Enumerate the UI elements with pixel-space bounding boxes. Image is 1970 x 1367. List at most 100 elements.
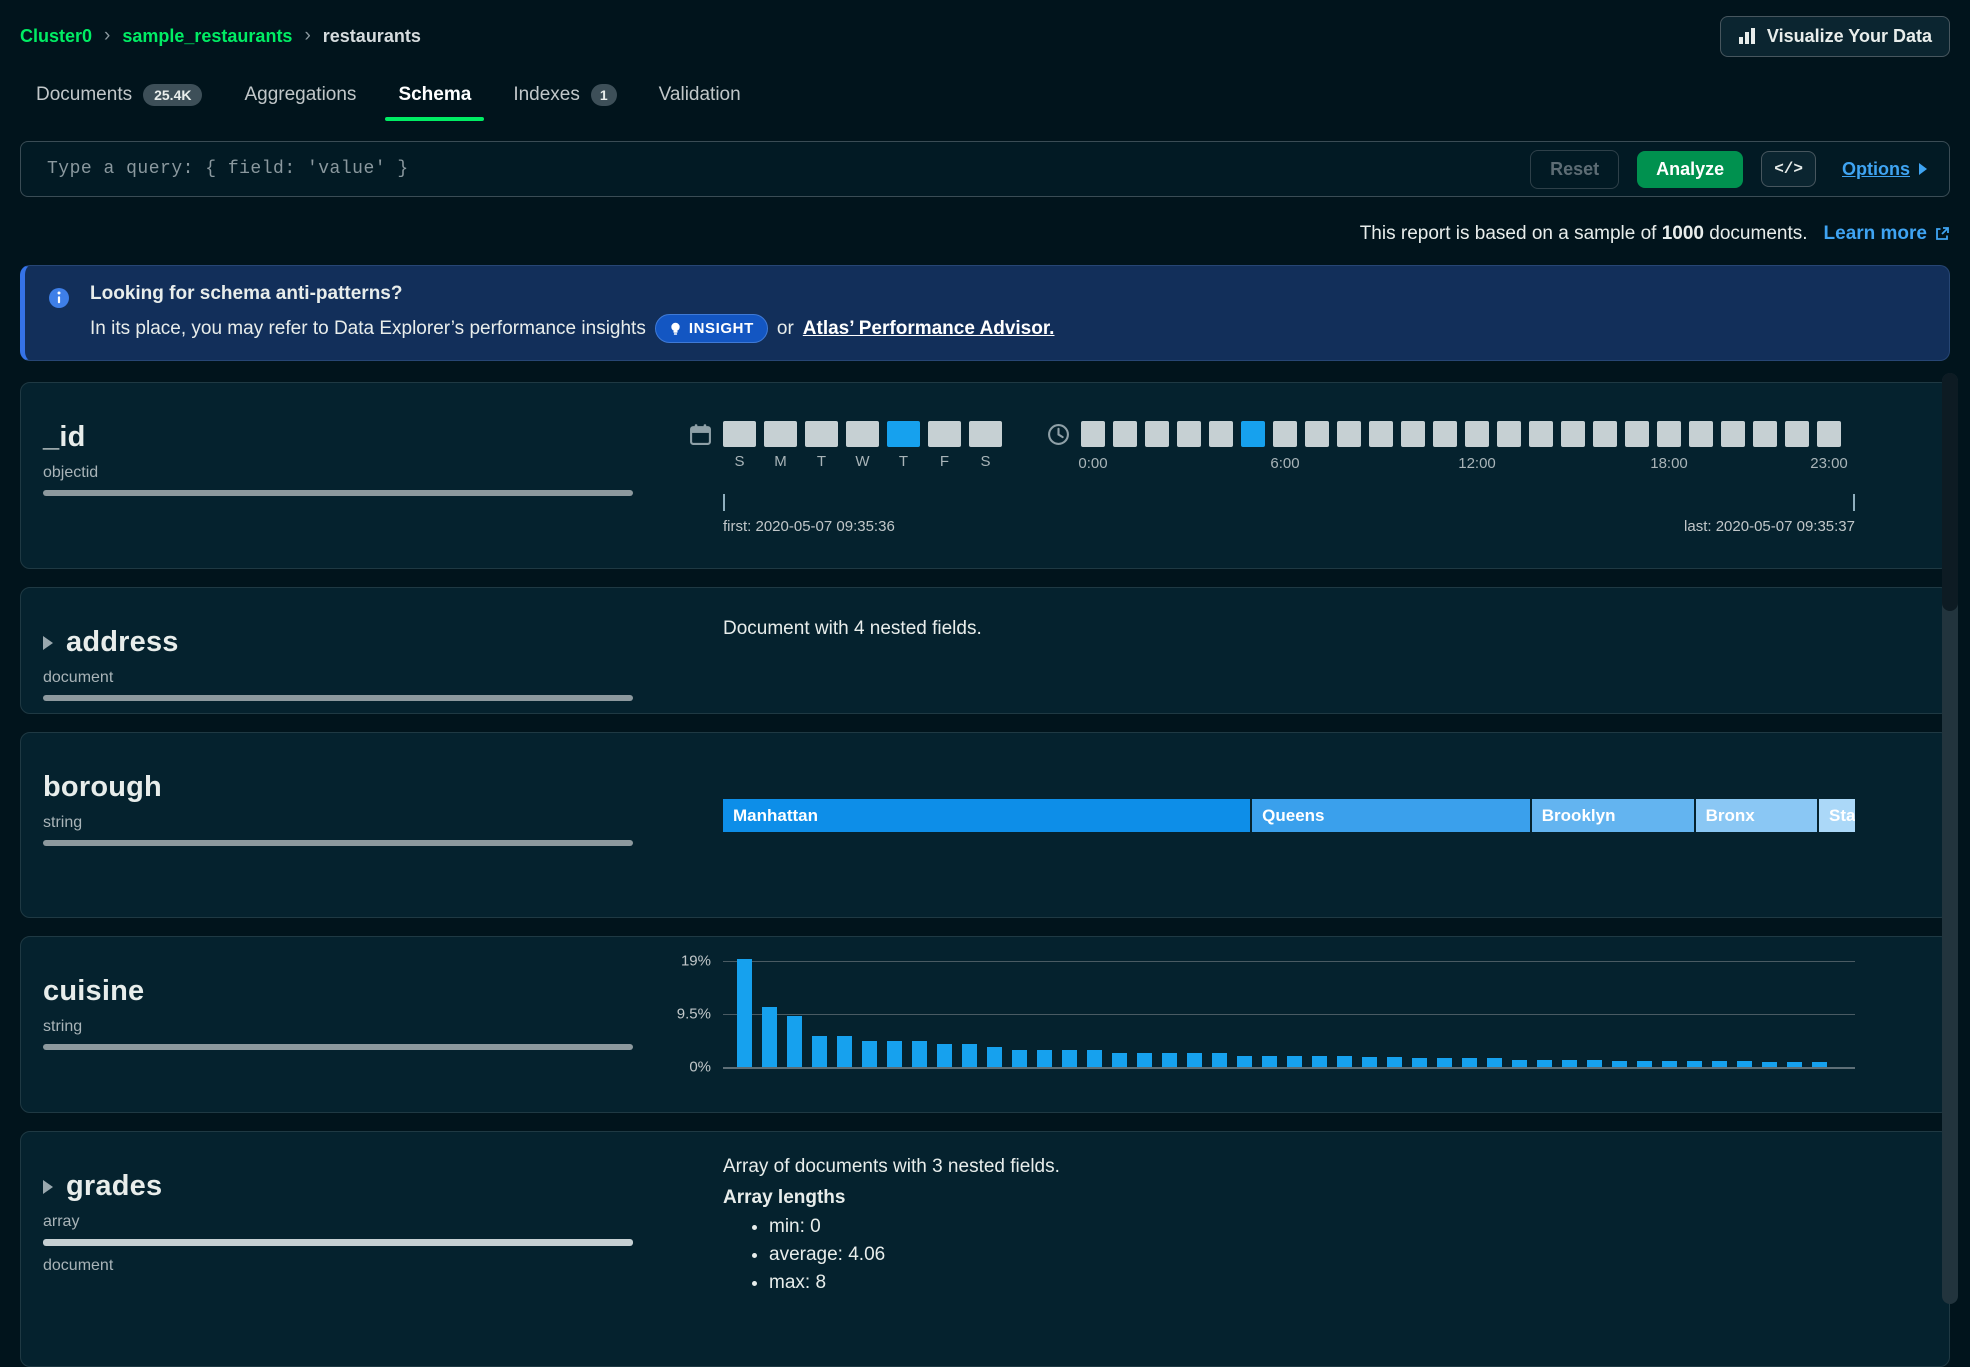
borough-segment[interactable]: Queens <box>1252 799 1530 832</box>
performance-advisor-link[interactable]: Atlas’ Performance Advisor. <box>803 318 1055 340</box>
cuisine-bar[interactable] <box>1062 1050 1077 1067</box>
code-toggle-button[interactable]: </> <box>1761 151 1816 187</box>
hour-bar[interactable] <box>1209 421 1233 447</box>
cuisine-bar[interactable] <box>1537 1060 1552 1067</box>
weekday-bar[interactable] <box>846 421 879 447</box>
hour-bar[interactable] <box>1369 421 1393 447</box>
cuisine-bar[interactable] <box>1587 1060 1602 1067</box>
field-type-document[interactable]: document <box>43 1257 113 1275</box>
cuisine-bar[interactable] <box>1512 1060 1527 1067</box>
cuisine-bar[interactable] <box>1487 1058 1502 1067</box>
cuisine-bar[interactable] <box>1287 1056 1302 1067</box>
type-distribution-bar[interactable] <box>43 1044 633 1050</box>
type-distribution-bar[interactable] <box>43 1239 633 1246</box>
field-type-document[interactable]: document <box>43 669 113 687</box>
type-distribution-bar[interactable] <box>43 490 633 496</box>
hour-bar[interactable] <box>1497 421 1521 447</box>
weekday-bar[interactable] <box>805 421 838 447</box>
hour-bar[interactable] <box>1241 421 1265 447</box>
weekday-bar[interactable] <box>928 421 961 447</box>
cuisine-bar[interactable] <box>1787 1062 1802 1067</box>
scrollbar[interactable] <box>1942 373 1958 1304</box>
weekday-bar[interactable] <box>887 421 920 447</box>
cuisine-bar[interactable] <box>937 1044 952 1067</box>
cuisine-bar[interactable] <box>1437 1058 1452 1067</box>
cuisine-bar[interactable] <box>1612 1061 1627 1067</box>
cuisine-bar[interactable] <box>987 1047 1002 1067</box>
tab-validation[interactable]: Validation <box>643 74 757 121</box>
options-toggle[interactable]: Options <box>1842 159 1927 180</box>
breadcrumb-cluster[interactable]: Cluster0 <box>20 26 92 47</box>
field-type-string[interactable]: string <box>43 814 82 832</box>
cuisine-bar[interactable] <box>887 1041 902 1067</box>
cuisine-bar[interactable] <box>1412 1058 1427 1067</box>
field-type-array[interactable]: array <box>43 1213 79 1231</box>
cuisine-bar[interactable] <box>1337 1056 1352 1067</box>
expand-caret-icon[interactable] <box>43 1180 53 1194</box>
hour-bar[interactable] <box>1721 421 1745 447</box>
hour-bar[interactable] <box>1529 421 1553 447</box>
weekday-bar[interactable] <box>764 421 797 447</box>
cuisine-bar[interactable] <box>1012 1050 1027 1067</box>
weekday-bar[interactable] <box>969 421 1002 447</box>
type-distribution-bar[interactable] <box>43 695 633 701</box>
cuisine-bar[interactable] <box>1387 1057 1402 1067</box>
cuisine-bar[interactable] <box>1737 1061 1752 1067</box>
hour-bar[interactable] <box>1593 421 1617 447</box>
cuisine-bar[interactable] <box>1687 1061 1702 1067</box>
hour-bar[interactable] <box>1753 421 1777 447</box>
cuisine-bar[interactable] <box>1562 1060 1577 1067</box>
cuisine-bar[interactable] <box>1087 1050 1102 1067</box>
cuisine-bar[interactable] <box>1362 1057 1377 1067</box>
cuisine-bar[interactable] <box>1762 1062 1777 1067</box>
cuisine-bar[interactable] <box>1187 1053 1202 1067</box>
borough-segment[interactable]: Manhattan <box>723 799 1250 832</box>
visualize-data-button[interactable]: Visualize Your Data <box>1720 16 1950 57</box>
cuisine-bar[interactable] <box>1712 1061 1727 1067</box>
cuisine-bar[interactable] <box>1312 1056 1327 1067</box>
cuisine-bar[interactable] <box>1462 1058 1477 1067</box>
analyze-button[interactable]: Analyze <box>1637 151 1743 188</box>
hour-bar[interactable] <box>1433 421 1457 447</box>
cuisine-bar[interactable] <box>1237 1056 1252 1067</box>
insight-badge[interactable]: INSIGHT <box>655 314 768 343</box>
hour-bar[interactable] <box>1337 421 1361 447</box>
hour-bar[interactable] <box>1785 421 1809 447</box>
cuisine-bar[interactable] <box>1812 1062 1827 1067</box>
hour-bar[interactable] <box>1689 421 1713 447</box>
hour-bar[interactable] <box>1657 421 1681 447</box>
tab-schema[interactable]: Schema <box>382 74 487 121</box>
expand-caret-icon[interactable] <box>43 636 53 650</box>
hour-bar[interactable] <box>1817 421 1841 447</box>
type-distribution-bar[interactable] <box>43 840 633 846</box>
cuisine-bar[interactable] <box>1637 1061 1652 1067</box>
learn-more-link[interactable]: Learn more <box>1824 223 1950 245</box>
hour-bar[interactable] <box>1081 421 1105 447</box>
cuisine-bar[interactable] <box>1137 1053 1152 1067</box>
hour-bar[interactable] <box>1273 421 1297 447</box>
cuisine-bar[interactable] <box>837 1036 852 1067</box>
cuisine-bar[interactable] <box>1112 1053 1127 1067</box>
scrollbar-thumb[interactable] <box>1942 373 1958 611</box>
query-input[interactable] <box>45 158 1530 180</box>
cuisine-bar[interactable] <box>812 1036 827 1067</box>
breadcrumb-database[interactable]: sample_restaurants <box>122 26 292 47</box>
field-type-string[interactable]: string <box>43 1018 82 1036</box>
cuisine-bar[interactable] <box>787 1016 802 1067</box>
hour-bar[interactable] <box>1177 421 1201 447</box>
hour-bar[interactable] <box>1561 421 1585 447</box>
cuisine-bar[interactable] <box>1162 1053 1177 1067</box>
cuisine-bar[interactable] <box>1212 1053 1227 1067</box>
borough-segment[interactable]: Bronx <box>1696 799 1817 832</box>
borough-segment[interactable]: Staten Island <box>1819 799 1855 832</box>
tab-indexes[interactable]: Indexes 1 <box>497 74 632 121</box>
cuisine-bar[interactable] <box>962 1044 977 1067</box>
hour-bar[interactable] <box>1401 421 1425 447</box>
hour-bar[interactable] <box>1625 421 1649 447</box>
tab-aggregations[interactable]: Aggregations <box>228 74 372 121</box>
hour-bar[interactable] <box>1305 421 1329 447</box>
cuisine-bar[interactable] <box>1662 1061 1677 1067</box>
cuisine-bar[interactable] <box>912 1041 927 1067</box>
cuisine-bar[interactable] <box>737 959 752 1067</box>
field-type-objectid[interactable]: objectid <box>43 464 98 482</box>
